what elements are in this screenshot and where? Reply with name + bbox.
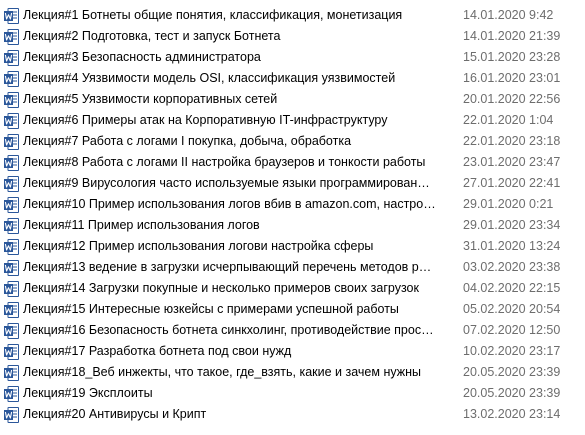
file-modified-date: 14.01.2020 21:39 [463, 29, 561, 43]
file-modified-date: 16.01.2020 23:01 [463, 71, 561, 85]
file-modified-date: 15.01.2020 23:28 [463, 50, 561, 64]
file-name: Лекция#13 ведение в загрузки исчерпывающ… [23, 260, 436, 274]
file-name: Лекция#5 Уязвимости корпоративных сетей [23, 92, 278, 106]
file-modified-date: 29.01.2020 23:34 [463, 218, 561, 232]
word-document-icon [4, 71, 19, 87]
file-name: Лекция#4 Уязвимости модель OSI, классифи… [23, 71, 396, 85]
file-modified-date: 22.01.2020 1:04 [463, 113, 554, 127]
file-modified-date: 29.01.2020 0:21 [463, 197, 554, 211]
file-row[interactable]: Лекция#14 Загрузки покупные и несколько … [0, 278, 585, 299]
file-name: Лекция#11 Пример использования логов [23, 218, 260, 232]
file-row[interactable]: Лекция#3 Безопасность администратора 15.… [0, 47, 585, 68]
word-document-icon [4, 344, 19, 360]
file-row[interactable]: Лекция#11 Пример использования логов 29.… [0, 215, 585, 236]
file-row[interactable]: Лекция#9 Вирусология часто используемые … [0, 173, 585, 194]
file-name: Лекция#17 Разработка ботнета под свои ну… [23, 344, 292, 358]
word-document-icon [4, 386, 19, 402]
file-row[interactable]: Лекция#7 Работа с логами I покупка, добы… [0, 131, 585, 152]
word-document-icon [4, 323, 19, 339]
file-name: Лекция#6 Примеры атак на Корпоративную I… [23, 113, 388, 127]
file-modified-date: 03.02.2020 23:38 [463, 260, 561, 274]
word-document-icon [4, 218, 19, 234]
file-modified-date: 20.05.2020 23:39 [463, 386, 561, 400]
file-name: Лекция#10 Пример использования логов вби… [23, 197, 436, 211]
word-document-icon [4, 239, 19, 255]
word-document-icon [4, 29, 19, 45]
file-modified-date: 13.02.2020 23:14 [463, 407, 561, 421]
file-modified-date: 10.02.2020 23:17 [463, 344, 561, 358]
file-modified-date: 27.01.2020 22:41 [463, 176, 561, 190]
file-name: Лекция#12 Пример использования логови на… [23, 239, 374, 253]
word-document-icon [4, 134, 19, 150]
file-modified-date: 07.02.2020 12:50 [463, 323, 561, 337]
file-modified-date: 20.05.2020 23:39 [463, 365, 561, 379]
file-name: Лекция#7 Работа с логами I покупка, добы… [23, 134, 352, 148]
file-modified-date: 04.02.2020 22:15 [463, 281, 561, 295]
word-document-icon [4, 260, 19, 276]
file-modified-date: 20.01.2020 22:56 [463, 92, 561, 106]
file-row[interactable]: Лекция#18_Веб инжекты, что такое, где_вз… [0, 362, 585, 383]
file-name: Лекция#19 Эксплоиты [23, 386, 153, 400]
file-row[interactable]: Лекция#13 ведение в загрузки исчерпывающ… [0, 257, 585, 278]
file-row[interactable]: Лекция#8 Работа с логами II настройка бр… [0, 152, 585, 173]
file-modified-date: 05.02.2020 20:54 [463, 302, 561, 316]
file-row[interactable]: Лекция#5 Уязвимости корпоративных сетей … [0, 89, 585, 110]
file-name: Лекция#1 Ботнеты общие понятия, классифи… [23, 8, 403, 22]
file-name: Лекция#3 Безопасность администратора [23, 50, 261, 64]
word-document-icon [4, 365, 19, 381]
word-document-icon [4, 176, 19, 192]
file-modified-date: 22.01.2020 23:18 [463, 134, 561, 148]
file-name: Лекция#16 Безопасность ботнета синкхолин… [23, 323, 436, 337]
word-document-icon [4, 8, 19, 24]
word-document-icon [4, 155, 19, 171]
word-document-icon [4, 281, 19, 297]
file-modified-date: 23.01.2020 23:47 [463, 155, 561, 169]
file-modified-date: 14.01.2020 9:42 [463, 8, 554, 22]
word-document-icon [4, 302, 19, 318]
file-name: Лекция#2 Подготовка, тест и запуск Ботне… [23, 29, 281, 43]
word-document-icon [4, 197, 19, 213]
file-name: Лекция#9 Вирусология часто используемые … [23, 176, 436, 190]
file-row[interactable]: Лекция#15 Интересные юзкейсы с примерами… [0, 299, 585, 320]
file-row[interactable]: Лекция#10 Пример использования логов вби… [0, 194, 585, 215]
file-list: Лекция#1 Ботнеты общие понятия, классифи… [0, 0, 585, 435]
word-document-icon [4, 50, 19, 66]
file-row[interactable]: Лекция#20 Антивирусы и Крипт 13.02.2020 … [0, 404, 585, 425]
word-document-icon [4, 407, 19, 423]
word-document-icon [4, 92, 19, 108]
file-modified-date: 31.01.2020 13:24 [463, 239, 561, 253]
file-name: Лекция#20 Антивирусы и Крипт [23, 407, 207, 421]
file-row[interactable]: Лекция#17 Разработка ботнета под свои ну… [0, 341, 585, 362]
file-row[interactable]: Лекция#1 Ботнеты общие понятия, классифи… [0, 5, 585, 26]
file-row[interactable]: Лекция#19 Эксплоиты 20.05.2020 23:39 [0, 383, 585, 404]
file-name: Лекция#15 Интересные юзкейсы с примерами… [23, 302, 399, 316]
file-row[interactable]: Лекция#6 Примеры атак на Корпоративную I… [0, 110, 585, 131]
file-row[interactable]: Лекция#16 Безопасность ботнета синкхолин… [0, 320, 585, 341]
word-document-icon [4, 113, 19, 129]
file-row[interactable]: Лекция#12 Пример использования логови на… [0, 236, 585, 257]
file-name: Лекция#14 Загрузки покупные и несколько … [23, 281, 419, 295]
file-name: Лекция#8 Работа с логами II настройка бр… [23, 155, 426, 169]
file-row[interactable]: Лекция#4 Уязвимости модель OSI, классифи… [0, 68, 585, 89]
file-name: Лекция#18_Веб инжекты, что такое, где_вз… [23, 365, 421, 379]
file-row[interactable]: Лекция#2 Подготовка, тест и запуск Ботне… [0, 26, 585, 47]
